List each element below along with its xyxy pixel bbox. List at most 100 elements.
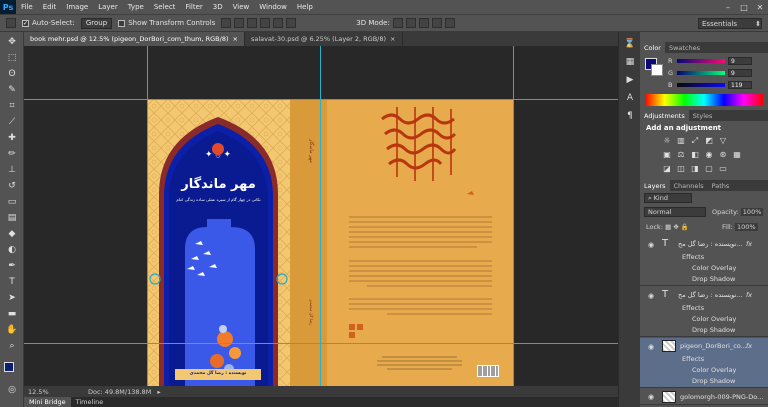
visibility-eye-icon[interactable]: ◉ — [648, 292, 656, 300]
type-tool-icon[interactable]: T — [4, 276, 20, 288]
layer-name[interactable]: pigeon_DorBori_co... — [680, 342, 747, 350]
quick-mask-icon[interactable]: ◎ — [4, 384, 20, 396]
align-bottom-icon[interactable] — [247, 18, 258, 28]
levels-icon[interactable]: ▥ — [676, 136, 686, 145]
dodge-tool-icon[interactable]: ◐ — [4, 244, 20, 256]
color-bg-swatch[interactable] — [651, 64, 663, 76]
menu-help[interactable]: Help — [292, 3, 318, 11]
marquee-tool-icon[interactable]: ⬚ — [4, 52, 20, 64]
canvas-area[interactable]: ✦ ۞ ✦ مهر ماندگار نکا — [24, 46, 618, 386]
clone-stamp-tool-icon[interactable]: ⊥ — [4, 164, 20, 176]
move-tool-icon[interactable]: ✥ — [4, 36, 20, 48]
effect-drop-shadow[interactable]: Drop Shadow — [692, 377, 735, 385]
tab-swatches[interactable]: Swatches — [665, 42, 704, 53]
exposure-icon[interactable]: ◩ — [704, 136, 714, 145]
pen-tool-icon[interactable]: ✒ — [4, 260, 20, 272]
lasso-tool-icon[interactable]: ʘ — [4, 68, 20, 80]
tab-book-mehr[interactable]: book mehr.psd @ 12.5% (pigeon_DorBori_co… — [24, 32, 245, 46]
guide-vertical[interactable] — [320, 46, 321, 386]
lock-position-icon[interactable]: ✥ — [673, 223, 678, 231]
move-tool-preset[interactable] — [6, 18, 16, 28]
quick-select-tool-icon[interactable]: ✎ — [4, 84, 20, 96]
foreground-color-swatch[interactable] — [4, 362, 14, 372]
workspace-dropdown[interactable]: Essentials ⬍ — [698, 18, 762, 29]
vibrance-icon[interactable]: ▽ — [718, 136, 728, 145]
blend-mode-dropdown[interactable]: Normal — [644, 207, 706, 217]
menu-layer[interactable]: Layer — [93, 3, 123, 11]
blue-slider[interactable]: B 119 — [668, 80, 752, 89]
close-tab-icon[interactable]: × — [390, 35, 395, 43]
gradient-map-icon[interactable]: ▭ — [718, 164, 728, 173]
auto-select-option[interactable]: ✓ Auto-Select: — [22, 19, 75, 27]
auto-select-dropdown[interactable]: Group — [80, 17, 113, 29]
layer-row[interactable]: ◉ golomorgh-009-PNG-Do... — [640, 389, 768, 405]
threshold-icon[interactable]: ◨ — [690, 164, 700, 173]
menu-select[interactable]: Select — [149, 3, 181, 11]
healing-tool-icon[interactable]: ✚ — [4, 132, 20, 144]
crop-tool-icon[interactable]: ⌗ — [4, 100, 20, 112]
layer-row[interactable]: ◉ T نویسنده : رضا گل مح... fx Effects Co… — [640, 287, 768, 337]
menu-image[interactable]: Image — [61, 3, 93, 11]
invert-icon[interactable]: ◪ — [662, 164, 672, 173]
tab-styles[interactable]: Styles — [689, 110, 717, 121]
menu-window[interactable]: Window — [254, 3, 292, 11]
hand-tool-icon[interactable]: ✋ — [4, 324, 20, 336]
visibility-eye-icon[interactable]: ◉ — [648, 343, 656, 351]
shape-tool-icon[interactable]: ▬ — [4, 308, 20, 320]
3d-drag-icon[interactable] — [418, 18, 429, 28]
visibility-eye-icon[interactable]: ◉ — [648, 393, 656, 401]
properties-icon[interactable]: ▦ — [622, 56, 638, 68]
menu-3d[interactable]: 3D — [208, 3, 228, 11]
brightness-icon[interactable]: ☼ — [662, 136, 672, 145]
red-slider[interactable]: R 9 — [668, 56, 752, 65]
align-middle-icon[interactable] — [234, 18, 245, 28]
visibility-eye-icon[interactable]: ◉ — [648, 241, 656, 249]
eyedropper-tool-icon[interactable]: ⟋ — [4, 116, 20, 128]
maximize-icon[interactable]: □ — [736, 0, 752, 14]
eraser-tool-icon[interactable]: ▭ — [4, 196, 20, 208]
menu-edit[interactable]: Edit — [38, 3, 62, 11]
blue-track[interactable] — [677, 82, 725, 87]
channel-mixer-icon[interactable]: ⊛ — [718, 150, 728, 159]
red-track[interactable] — [677, 58, 725, 63]
3d-slide-icon[interactable] — [431, 18, 442, 28]
guide-vertical[interactable] — [513, 46, 514, 386]
green-value[interactable]: 9 — [728, 68, 752, 77]
layer-row-selected[interactable]: ◉ pigeon_DorBori_co... fx Effects Color … — [640, 338, 768, 388]
status-menu-icon[interactable]: ▸ — [157, 388, 160, 396]
green-slider[interactable]: G 9 — [668, 68, 752, 77]
menu-view[interactable]: View — [228, 3, 255, 11]
color-balance-icon[interactable]: ⚖ — [676, 150, 686, 159]
layer-name[interactable]: golomorgh-009-PNG-Do... — [680, 393, 763, 401]
layer-name[interactable]: نویسنده : رضا گل مح... — [678, 291, 743, 299]
curves-icon[interactable]: ⤢ — [690, 136, 700, 145]
tab-layers[interactable]: Layers — [640, 180, 670, 191]
zoom-level[interactable]: 12.5% — [28, 388, 78, 396]
layer-filter[interactable]: ⌕ Kind — [644, 193, 692, 203]
character-icon[interactable]: A — [622, 92, 638, 104]
hue-saturation-icon[interactable]: ▣ — [662, 150, 672, 159]
path-select-tool-icon[interactable]: ➤ — [4, 292, 20, 304]
tab-adjustments[interactable]: Adjustments — [640, 110, 689, 121]
lock-pixels-icon[interactable]: ▦ — [665, 223, 671, 231]
close-tab-icon[interactable]: × — [233, 35, 238, 43]
actions-icon[interactable]: ▶ — [622, 74, 638, 86]
red-value[interactable]: 9 — [728, 56, 752, 65]
align-left-icon[interactable] — [260, 18, 271, 28]
effect-color-overlay[interactable]: Color Overlay — [692, 264, 736, 272]
gradient-tool-icon[interactable]: ▤ — [4, 212, 20, 224]
fill-value[interactable]: 100% — [734, 223, 758, 231]
effect-drop-shadow[interactable]: Drop Shadow — [692, 326, 735, 334]
black-white-icon[interactable]: ◧ — [690, 150, 700, 159]
opacity-value[interactable]: 100% — [740, 208, 764, 216]
align-center-icon[interactable] — [273, 18, 284, 28]
3d-rotate-icon[interactable] — [392, 18, 403, 28]
3d-scale-icon[interactable] — [444, 18, 455, 28]
align-right-icon[interactable] — [286, 18, 297, 28]
doc-size[interactable]: Doc: 49.8M/138.8M — [88, 388, 151, 396]
lock-all-icon[interactable]: 🔒 — [681, 223, 689, 231]
tab-mini-bridge[interactable]: Mini Bridge — [24, 397, 71, 407]
effect-color-overlay[interactable]: Color Overlay — [692, 366, 736, 374]
blur-tool-icon[interactable]: ◆ — [4, 228, 20, 240]
tab-color[interactable]: Color — [640, 42, 665, 53]
